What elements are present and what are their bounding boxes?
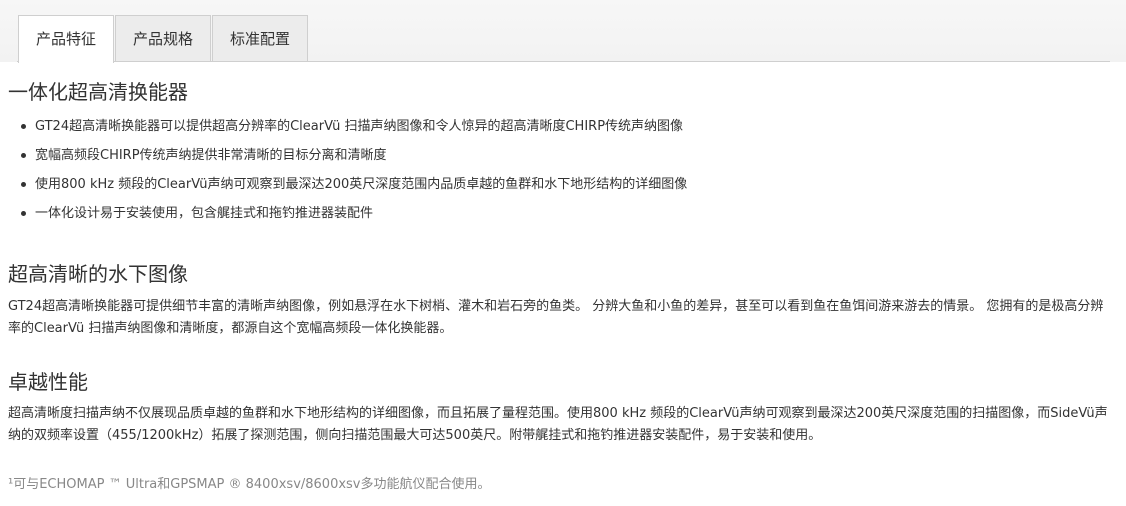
list-item-text: 宽幅高频段CHIRP传统声纳提供非常清晰的目标分离和清晰度: [35, 148, 387, 163]
bullet-icon: [21, 211, 26, 216]
section-heading-transducer: 一体化超高清换能器: [8, 80, 188, 104]
list-item-text: 使用800 kHz 频段的ClearVü声纳可观察到最深达200英尺深度范围内品…: [35, 177, 688, 192]
list-item: GT24超高清晰换能器可以提供超高分辨率的ClearVü 扫描声纳图像和令人惊异…: [8, 112, 1108, 141]
footnote: ¹可与ECHOMAP ™ Ultra和GPSMAP ® 8400xsv/8600…: [8, 477, 491, 492]
bullet-icon: [21, 153, 26, 158]
section-heading-underwater-images: 超高清晰的水下图像: [8, 262, 188, 286]
tab-bar: 产品特征 产品规格 标准配置: [0, 0, 1126, 63]
tab-standard-config[interactable]: 标准配置: [212, 15, 308, 61]
list-item-text: GT24超高清晰换能器可以提供超高分辨率的ClearVü 扫描声纳图像和令人惊异…: [35, 119, 684, 134]
section-heading-performance: 卓越性能: [8, 370, 88, 394]
list-item: 使用800 kHz 频段的ClearVü声纳可观察到最深达200英尺深度范围内品…: [8, 170, 1108, 199]
feature-list: GT24超高清晰换能器可以提供超高分辨率的ClearVü 扫描声纳图像和令人惊异…: [8, 112, 1108, 228]
bullet-icon: [21, 182, 26, 187]
tab-product-features[interactable]: 产品特征: [18, 15, 114, 63]
list-item-text: 一体化设计易于安装使用，包含艉挂式和拖钓推进器装配件: [35, 206, 374, 221]
bullet-icon: [21, 124, 26, 129]
section-body-underwater-images: GT24超高清晰换能器可提供细节丰富的清晰声纳图像，例如悬浮在水下树梢、灌木和岩…: [8, 299, 1104, 336]
list-item: 宽幅高频段CHIRP传统声纳提供非常清晰的目标分离和清晰度: [8, 141, 1108, 170]
tab-product-specs[interactable]: 产品规格: [115, 15, 211, 61]
list-item: 一体化设计易于安装使用，包含艉挂式和拖钓推进器装配件: [8, 199, 1108, 228]
section-body-performance: 超高清晰度扫描声纳不仅展现品质卓越的鱼群和水下地形结构的详细图像，而且拓展了量程…: [8, 406, 1108, 443]
tab-divider: [17, 61, 1110, 62]
